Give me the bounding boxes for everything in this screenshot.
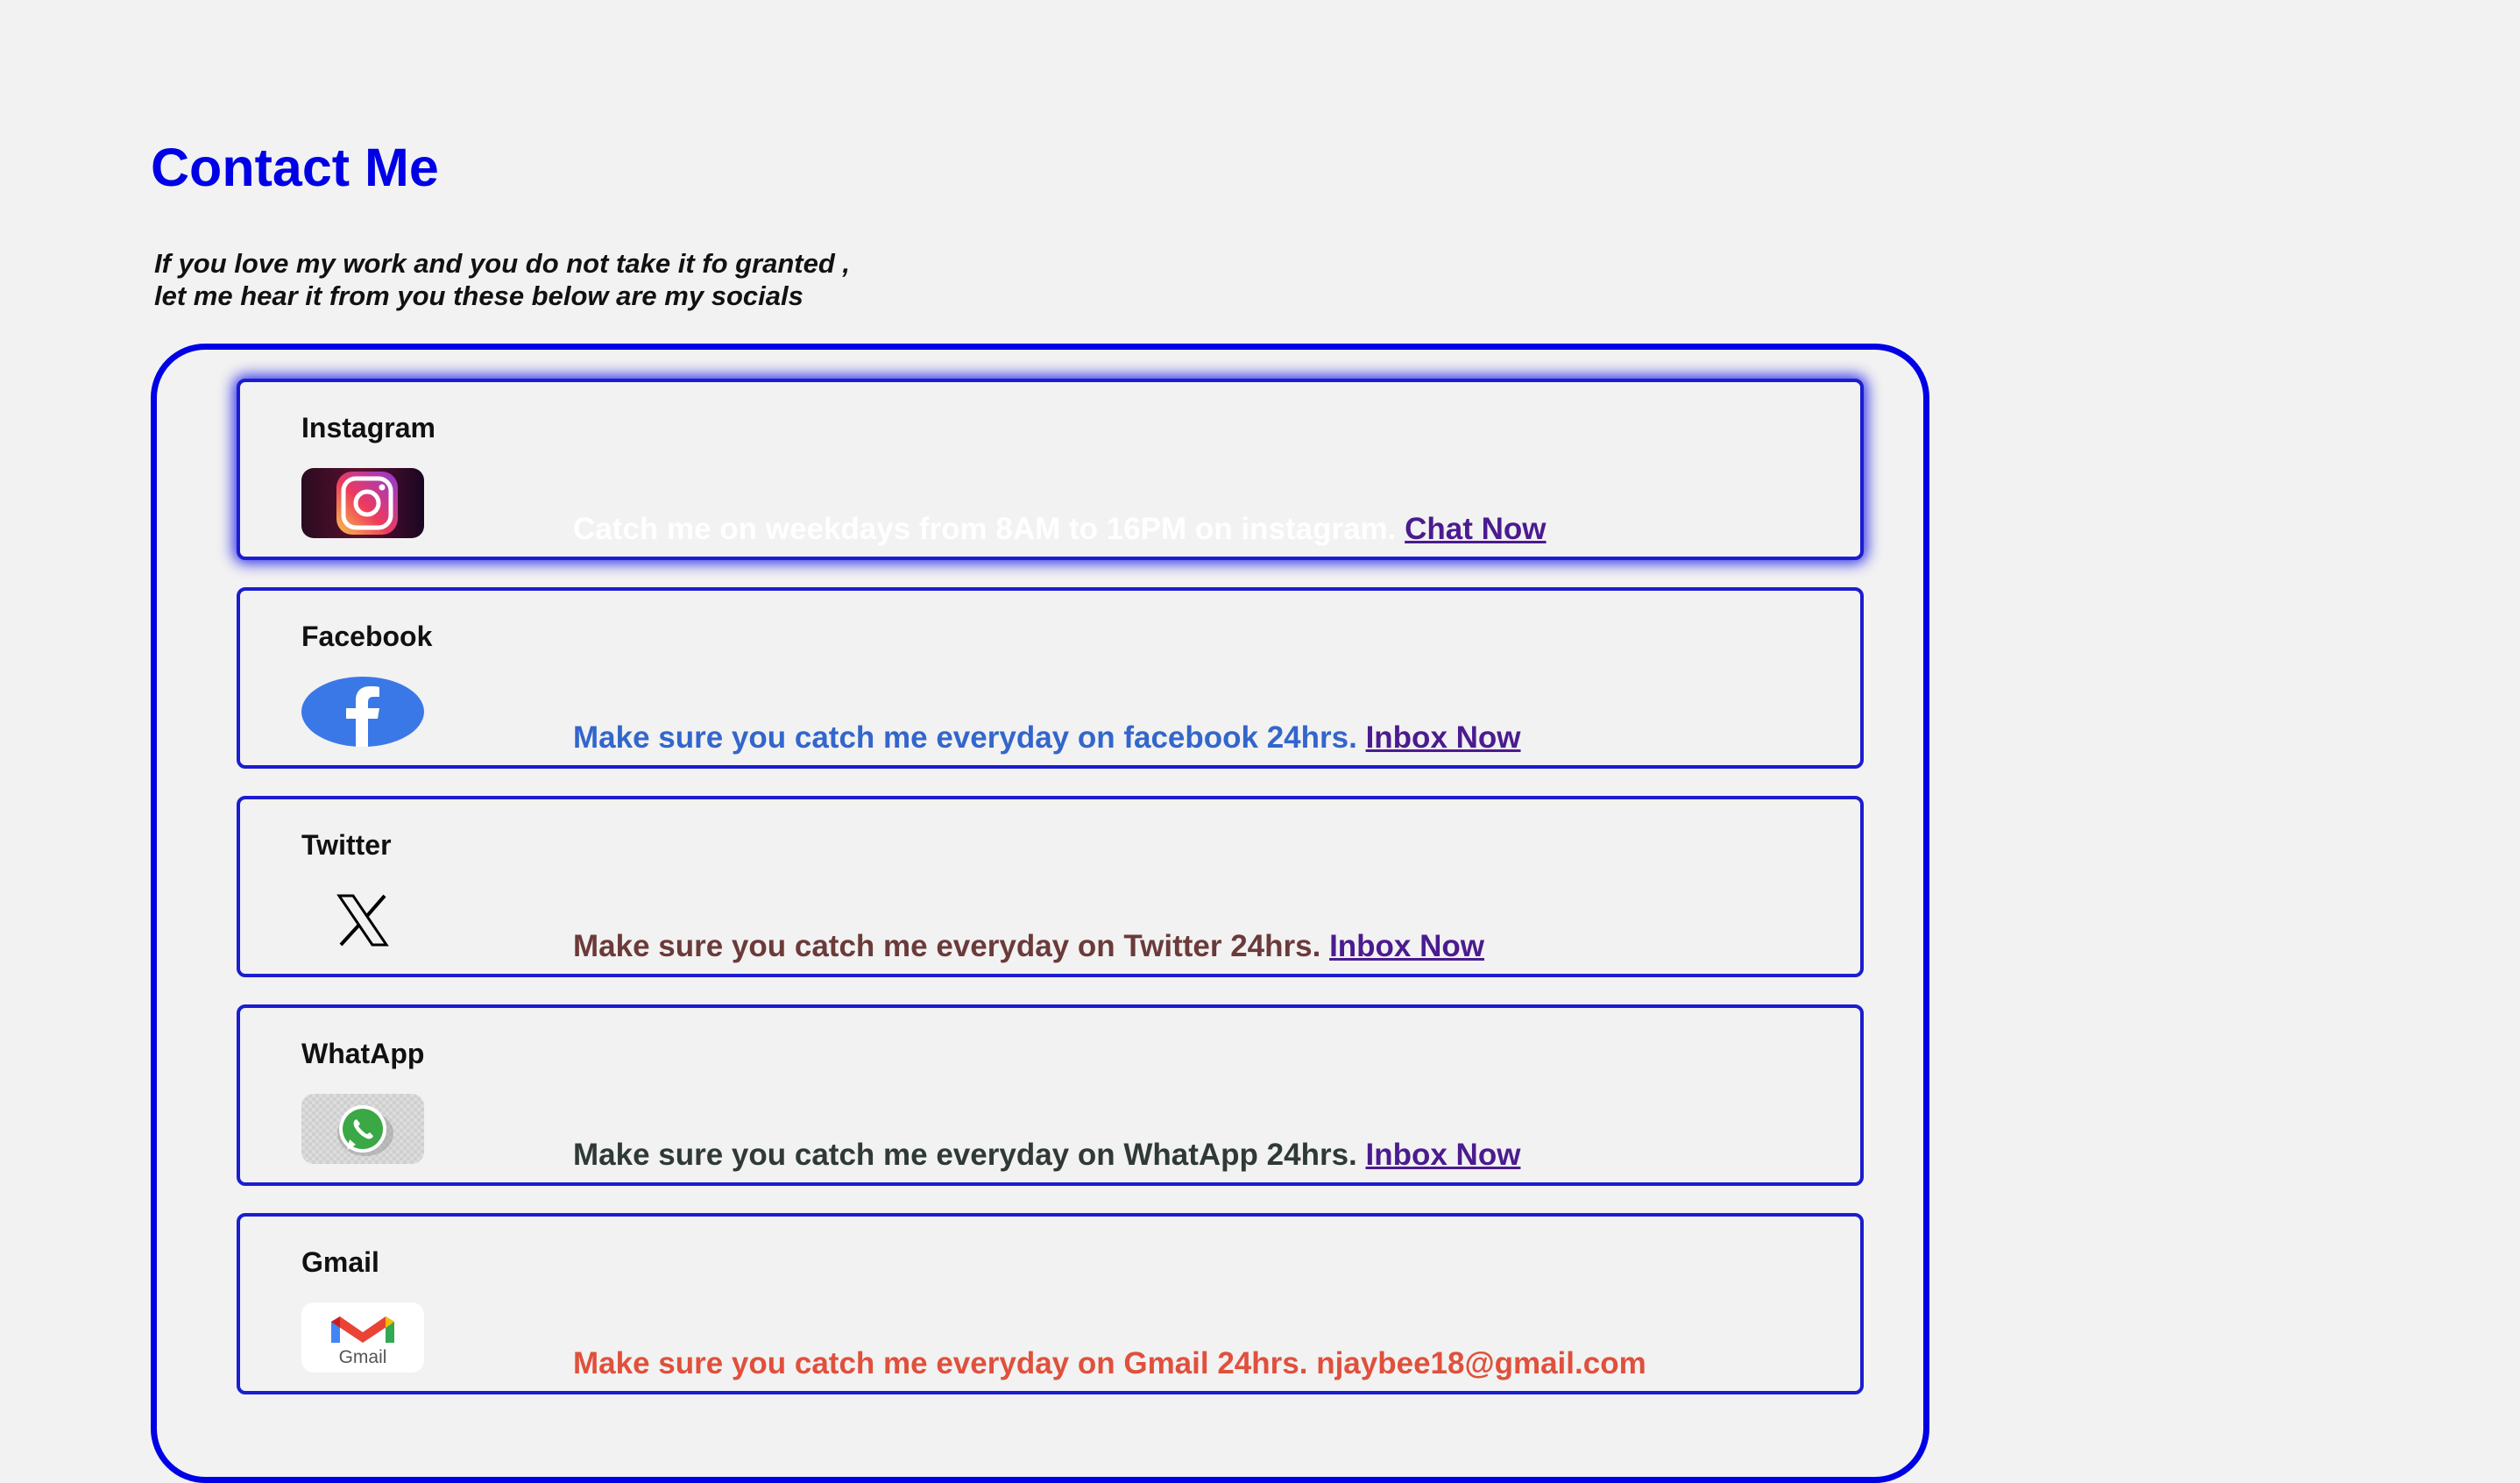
- social-card-instagram: Instagram Catch me on weekdays from 8AM …: [237, 379, 1864, 560]
- social-card-title: Gmail: [301, 1246, 379, 1278]
- gmail-email-address[interactable]: njaybee18@gmail.com: [1316, 1346, 1646, 1380]
- facebook-inbox-now-link[interactable]: Inbox Now: [1366, 720, 1521, 755]
- gmail-icon-caption: Gmail: [339, 1347, 387, 1367]
- instagram-icon: [301, 468, 424, 538]
- social-card-title: WhatApp: [301, 1038, 425, 1069]
- whatsapp-inbox-now-link[interactable]: Inbox Now: [1366, 1138, 1521, 1172]
- facebook-icon: [301, 677, 424, 747]
- intro-text: If you love my work and you do not take …: [154, 247, 850, 312]
- social-card-title: Instagram: [301, 412, 435, 443]
- page-title: Contact Me: [151, 138, 439, 197]
- chat-now-link[interactable]: Chat Now: [1405, 512, 1546, 546]
- intro-line-2: let me hear it from you these below are …: [154, 280, 803, 311]
- social-card-message-text: Make sure you catch me everyday on Twitt…: [573, 929, 1321, 963]
- social-card-message: Make sure you catch me everyday on Gmail…: [573, 1346, 1646, 1381]
- social-card-message-text: Make sure you catch me everyday on Gmail…: [573, 1346, 1308, 1380]
- social-card-message: Make sure you catch me everyday on faceb…: [573, 720, 1521, 756]
- gmail-icon: Gmail: [301, 1302, 424, 1373]
- social-card-message: Make sure you catch me everyday on WhatA…: [573, 1138, 1520, 1173]
- social-card-title: Facebook: [301, 621, 433, 652]
- social-card-twitter: Twitter Make sure you catch me everyday …: [237, 796, 1864, 977]
- whatsapp-icon: [301, 1094, 424, 1164]
- social-card-message: Make sure you catch me everyday on Twitt…: [573, 929, 1484, 964]
- x-icon: [301, 885, 424, 955]
- social-card-message: Catch me on weekdays from 8AM to 16PM on…: [573, 512, 1547, 547]
- intro-line-1: If you love my work and you do not take …: [154, 248, 851, 279]
- social-card-facebook: Facebook Make sure you catch me everyday…: [237, 587, 1864, 769]
- twitter-inbox-now-link[interactable]: Inbox Now: [1329, 929, 1484, 963]
- social-card-message-text: Catch me on weekdays from 8AM to 16PM on…: [573, 512, 1397, 546]
- social-card-message-text: Make sure you catch me everyday on WhatA…: [573, 1138, 1357, 1172]
- social-card-gmail: Gmail Gmail Make sure you catch me every…: [237, 1213, 1864, 1394]
- social-card-whatsapp: WhatApp Make sure you catch me everyday …: [237, 1004, 1864, 1186]
- social-card-message-text: Make sure you catch me everyday on faceb…: [573, 720, 1357, 755]
- social-card-title: Twitter: [301, 829, 392, 861]
